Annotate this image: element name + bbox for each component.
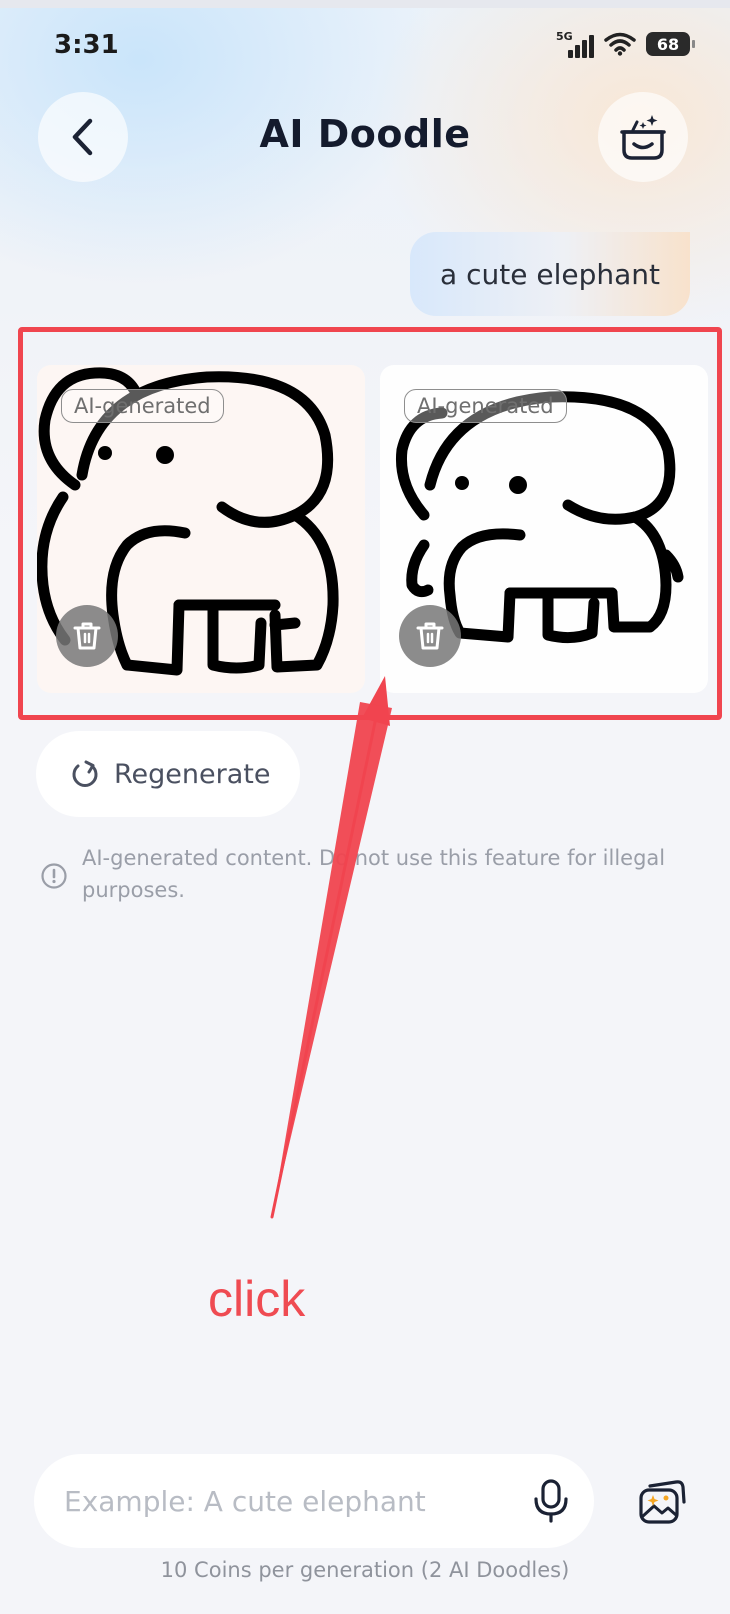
prompt-input-container bbox=[34, 1454, 594, 1548]
ai-generated-badge: AI-generated bbox=[404, 389, 567, 423]
cellular-signal-icon: 5G bbox=[556, 30, 594, 58]
regenerate-button[interactable]: Regenerate bbox=[36, 731, 300, 817]
click-annotation: click bbox=[208, 1271, 306, 1327]
delete-image-button[interactable] bbox=[399, 605, 461, 667]
trash-icon bbox=[73, 622, 101, 650]
doodle-kit-button[interactable] bbox=[598, 92, 688, 182]
delete-image-button[interactable] bbox=[56, 605, 118, 667]
generated-image-2[interactable]: AI-generated bbox=[380, 365, 708, 693]
generated-image-1[interactable]: AI-generated bbox=[37, 365, 365, 693]
sparkle-box-icon bbox=[620, 115, 666, 160]
status-time: 3:31 bbox=[54, 30, 119, 60]
microphone-icon bbox=[534, 1479, 568, 1523]
voice-input-button[interactable] bbox=[526, 1476, 576, 1526]
regenerate-label: Regenerate bbox=[114, 758, 271, 790]
trash-icon bbox=[416, 622, 444, 650]
network-type: 5G bbox=[556, 30, 573, 43]
top-strip bbox=[0, 0, 730, 8]
generation-cost-note: 10 Coins per generation (2 AI Doodles) bbox=[160, 1558, 570, 1582]
status-icons: 5G 68 bbox=[556, 30, 695, 58]
ai-content-notice: AI-generated content. Do not use this fe… bbox=[40, 842, 680, 906]
gallery-button[interactable] bbox=[632, 1472, 692, 1532]
user-prompt-bubble: a cute elephant bbox=[410, 232, 690, 316]
refresh-icon bbox=[72, 760, 98, 787]
battery-indicator: 68 bbox=[646, 32, 695, 56]
prompt-input[interactable] bbox=[64, 1484, 504, 1518]
gallery-icon bbox=[639, 1480, 686, 1524]
ai-generated-badge: AI-generated bbox=[61, 389, 224, 423]
notice-text: AI-generated content. Do not use this fe… bbox=[82, 846, 666, 902]
info-icon bbox=[41, 863, 67, 889]
wifi-icon bbox=[604, 32, 636, 56]
